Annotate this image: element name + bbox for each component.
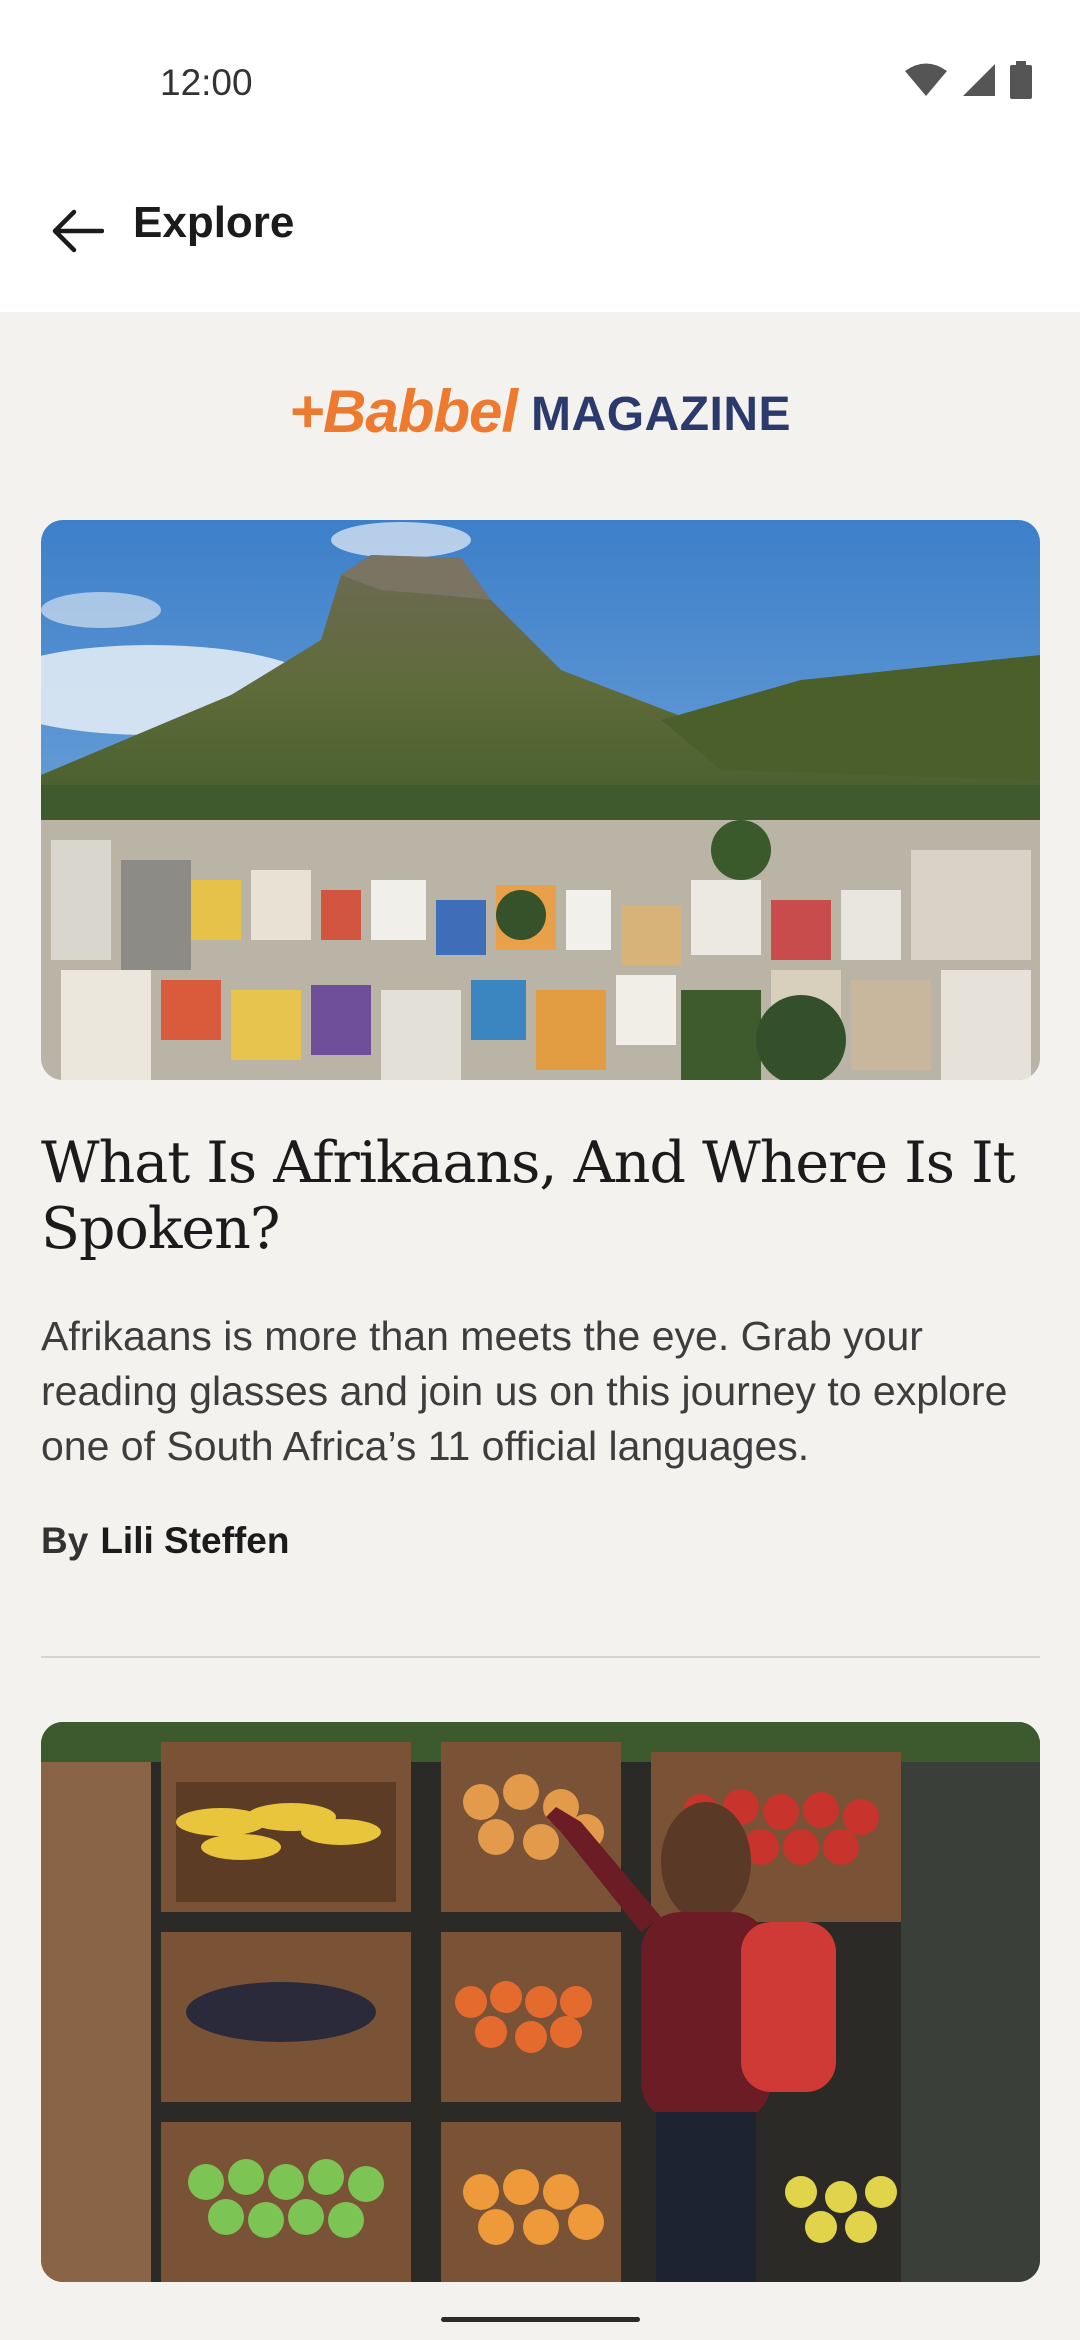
magazine-feed[interactable]: +Babbel MAGAZINE What Is Afrikaans, And … [0,312,1080,2340]
back-button[interactable] [40,196,114,270]
status-bar: 12:00 [0,0,1080,170]
top-app-bar: Explore [0,170,1080,312]
status-icons [904,60,1032,104]
home-indicator[interactable] [441,2317,640,2322]
byline-prefix: By [41,1520,89,1561]
page-title: Explore [133,198,295,247]
article-image-cape-town[interactable] [41,520,1040,1080]
divider [41,1656,1040,1658]
article-description: Afrikaans is more than meets the eye. Gr… [41,1313,1008,1469]
article-title[interactable]: What Is Afrikaans, And Where Is It Spoke… [41,1130,1041,1262]
article-byline: By Lili Steffen [41,1520,289,1562]
article-image-fruit-market[interactable] [41,1722,1040,2282]
wifi-icon [904,62,948,103]
brand-magazine: MAGAZINE [531,388,792,442]
babbel-magazine-logo: +Babbel MAGAZINE [0,372,1080,442]
signal-icon [962,62,996,103]
battery-icon [1010,60,1032,104]
status-time: 12:00 [160,62,253,103]
brand-babbel: +Babbel [288,378,518,445]
arrow-back-icon [50,209,105,258]
author-name: Lili Steffen [100,1520,290,1561]
